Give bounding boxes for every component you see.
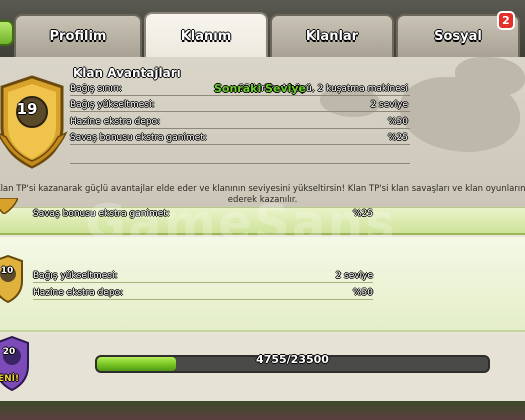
shield-tip-icon <box>0 198 18 214</box>
back-button[interactable] <box>0 20 14 46</box>
level-10-badge-icon <box>0 255 23 303</box>
divider <box>70 163 410 164</box>
new-label: ENİ! <box>0 374 20 384</box>
next-level-number: 20 <box>2 347 16 357</box>
perk-label: Bağış yükseltmesi: <box>70 99 155 110</box>
tab-clans[interactable]: Klanlar <box>270 14 394 57</box>
perk-row: Savaş bonusu ekstra ganimet: %25 <box>70 131 410 145</box>
perk-label: Bağış yükseltmesi: <box>33 270 118 281</box>
perk-value: 2 seviye <box>370 99 408 110</box>
perks-title: Klan Avantajları <box>73 66 181 80</box>
next-level-title: Sonraki Seviye <box>213 82 307 95</box>
perk-value: 2 seviye <box>335 270 373 281</box>
perk-label: Hazine ekstra depo: <box>33 287 124 298</box>
perk-value: %50 <box>352 287 373 298</box>
perk-value: %50 <box>387 116 408 127</box>
xp-progress-text: 4755/23500 <box>256 353 329 366</box>
world-map-background: 19 Klan Avantajları Bağış sınırı: 55 bir… <box>0 57 525 207</box>
level-number: 10 <box>0 266 14 276</box>
perk-label: Savaş bonusu ekstra ganimet: <box>70 132 207 143</box>
notification-badge: 2 <box>497 11 515 30</box>
clan-level-badge-icon <box>0 75 68 169</box>
tab-label: Sosyal <box>434 29 482 44</box>
perk-row: Hazine ekstra depo: %50 <box>33 286 373 300</box>
perk-label: Hazine ekstra depo: <box>70 116 161 127</box>
tab-profile[interactable]: Profilim <box>14 14 142 57</box>
level-card: 10 Bağış yükseltmesi: 2 seviye Hazine ek… <box>0 237 525 332</box>
tab-label: Klanlar <box>305 29 359 44</box>
tab-my-clan[interactable]: Klanım <box>144 12 268 59</box>
clan-perks-panel: 19 Klan Avantajları Bağış sınırı: 55 bir… <box>0 57 525 420</box>
perk-row: Bağış yükseltmesi: 2 seviye <box>70 98 410 112</box>
tab-label: Klanım <box>180 29 232 44</box>
perk-value: %25 <box>387 132 408 143</box>
top-tab-bar: Profilim Klanım Klanlar Sosyal 2 <box>0 0 525 59</box>
perk-row: Bağış yükseltmesi: 2 seviye <box>33 269 373 283</box>
bottom-scenery <box>0 401 525 420</box>
perk-row: Hazine ekstra depo: %50 <box>70 115 410 129</box>
tab-label: Profilim <box>49 29 107 44</box>
clan-level-number: 19 <box>16 100 38 118</box>
perk-label: Bağış sınırı: <box>70 83 123 94</box>
